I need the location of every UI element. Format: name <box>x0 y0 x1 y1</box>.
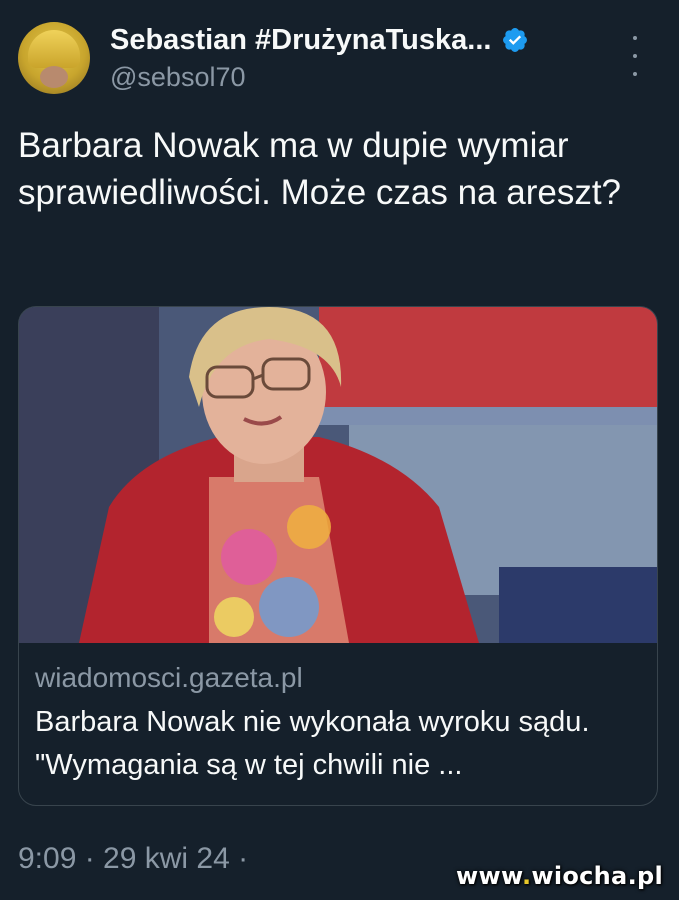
display-name[interactable]: Sebastian #DrużynaTuska... <box>110 24 491 57</box>
avatar-hat-shape <box>28 30 80 68</box>
watermark: www.wiocha.pl <box>456 862 663 890</box>
watermark-suffix: .pl <box>627 862 663 890</box>
link-card-image[interactable] <box>19 307 657 643</box>
avatar-face-shape <box>40 66 68 88</box>
link-card-meta: wiadomosci.gazeta.pl Barbara Nowak nie w… <box>35 659 641 787</box>
link-card[interactable]: wiadomosci.gazeta.pl Barbara Nowak nie w… <box>18 306 658 806</box>
link-card-title[interactable]: Barbara Nowak nie wykonała wyroku sądu. … <box>35 701 641 787</box>
tweet-timestamp[interactable]: 9:09 · 29 kwi 24 · <box>18 842 248 876</box>
tweet-header: Sebastian #DrużynaTuska... @sebsol70 <box>18 22 661 98</box>
user-handle[interactable]: @sebsol70 <box>110 62 246 93</box>
watermark-brand: wiocha <box>531 862 628 890</box>
tweet-text: Barbara Nowak ma w dupie wymiar sprawied… <box>18 126 622 212</box>
name-row: Sebastian #DrużynaTuska... <box>110 22 529 58</box>
watermark-dot: . <box>521 862 532 890</box>
avatar[interactable] <box>18 22 90 94</box>
link-card-domain: wiadomosci.gazeta.pl <box>35 662 303 693</box>
more-vertical-icon[interactable] <box>623 36 647 76</box>
verified-badge-icon[interactable] <box>501 26 529 54</box>
watermark-prefix: www <box>456 862 522 890</box>
